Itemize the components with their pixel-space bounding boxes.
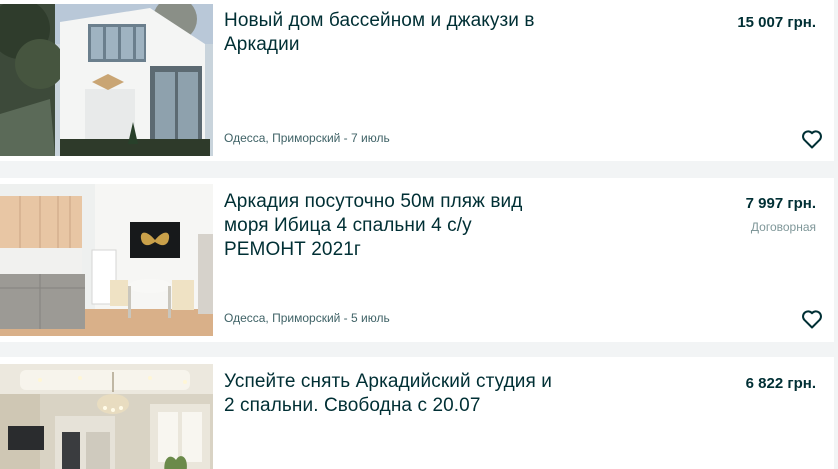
listing-location-date: Одесса, Приморский - 5 июль: [224, 311, 390, 325]
listing-photo-house[interactable]: [0, 4, 213, 156]
negotiable-label: Договорная: [750, 220, 816, 234]
listing-card[interactable]: Новый дом бассейном и джакузи в Аркадии …: [0, 0, 834, 161]
listing-photo-kitchen[interactable]: [0, 184, 213, 336]
heart-icon[interactable]: [800, 307, 824, 331]
heart-icon[interactable]: [800, 127, 824, 151]
listing-price: 7 997 грн.: [745, 195, 816, 212]
listing-location-date: Одесса, Приморский - 7 июль: [224, 131, 390, 145]
listing-title[interactable]: Успейте снять Аркадийский студия и 2 спа…: [224, 370, 554, 418]
listing-results: Новый дом бассейном и джакузи в Аркадии …: [0, 0, 838, 469]
listing-photo-living-room[interactable]: [0, 364, 213, 469]
listing-card[interactable]: Аркадия посуточно 50м пляж вид моря Ибиц…: [0, 178, 834, 342]
listing-title[interactable]: Новый дом бассейном и джакузи в Аркадии: [224, 9, 554, 57]
listing-price: 6 822 грн.: [745, 375, 816, 392]
listing-card[interactable]: Успейте снять Аркадийский студия и 2 спа…: [0, 357, 834, 469]
listing-price: 15 007 грн.: [737, 14, 816, 31]
listing-title[interactable]: Аркадия посуточно 50м пляж вид моря Ибиц…: [224, 190, 554, 262]
